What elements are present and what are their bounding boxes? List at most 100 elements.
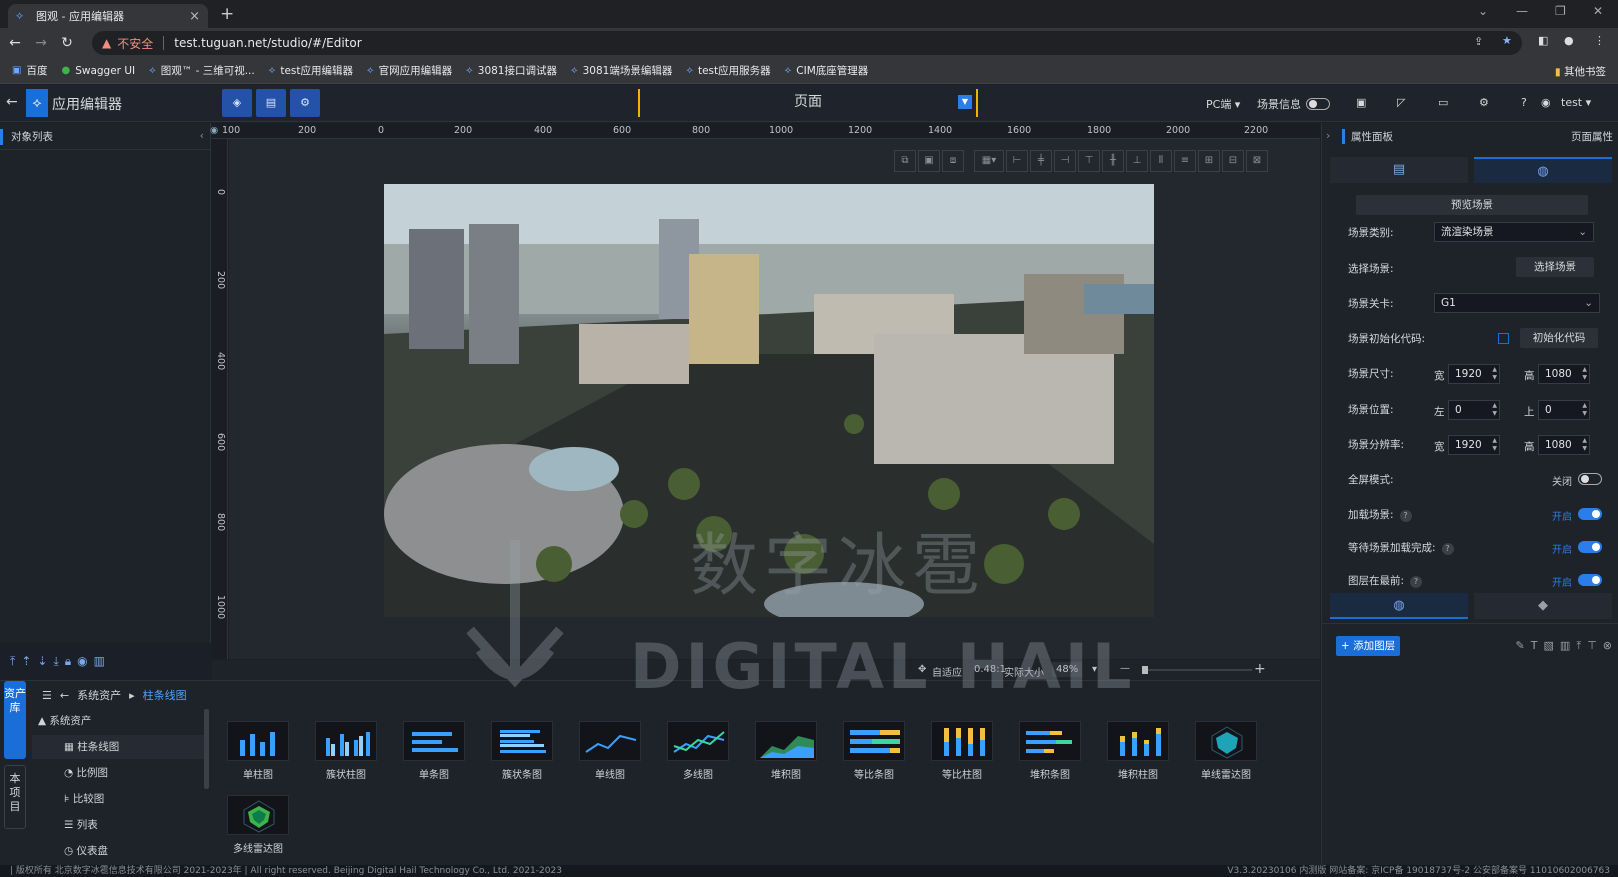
bookmark-item[interactable]: ● Swagger UI — [61, 65, 135, 77]
asset-single-radar[interactable]: 单线雷达图 — [1194, 721, 1258, 781]
bookmark-item[interactable]: ⟡ 3081接口调试器 — [466, 63, 557, 78]
breadcrumb-root[interactable]: 系统资产 — [77, 687, 121, 703]
close-tab-icon[interactable]: × — [189, 9, 200, 24]
asset-multi-radar[interactable]: 多线雷达图 — [226, 795, 290, 855]
save-icon[interactable]: ▣ — [1356, 96, 1366, 109]
gear-icon[interactable]: ⚙ — [1479, 96, 1489, 109]
asset-cluster-strip[interactable]: 簇状条图 — [490, 721, 554, 781]
settings-tool-button[interactable]: ⚙ — [290, 89, 320, 117]
delete-icon[interactable]: ▥ — [1560, 639, 1570, 653]
preview-scene-button[interactable]: 预览场景 — [1356, 195, 1588, 215]
scene-info-toggle[interactable] — [1306, 97, 1330, 110]
zoom-select[interactable]: 48% — [1052, 662, 1083, 677]
align-middle-icon[interactable]: ╫ — [1102, 150, 1124, 172]
asset-multi-line[interactable]: 多线图 — [666, 721, 730, 781]
lock-icon[interactable]: 🔒︎ — [65, 654, 71, 669]
move-top-icon[interactable]: ⤒ — [10, 654, 15, 669]
distribute-h-icon[interactable]: ⦀ — [1150, 150, 1172, 172]
move-up-icon[interactable]: ⤒ — [1576, 639, 1581, 653]
wait-load-toggle[interactable] — [1578, 540, 1602, 553]
bookmark-item[interactable]: ⟡ 3081端场景编辑器 — [571, 63, 672, 78]
asset-stacked-area[interactable]: 堆积图 — [754, 721, 818, 781]
align-right-icon[interactable]: ⊣ — [1054, 150, 1076, 172]
tree-item-gauge[interactable]: ◷ 仪表盘 — [32, 839, 204, 863]
zoom-slider[interactable] — [1142, 669, 1252, 671]
distribute-v-icon[interactable]: ≡ — [1174, 150, 1196, 172]
load-scene-toggle[interactable] — [1578, 507, 1602, 520]
asset-stacked-bar[interactable]: 堆积柱图 — [1106, 721, 1170, 781]
close-circle-icon[interactable]: ⊗ — [1603, 639, 1612, 653]
bookmark-item[interactable]: ⟡ 图观™ - 三维可视... — [149, 63, 255, 78]
collapse-right-icon[interactable]: › — [1326, 129, 1330, 142]
zoom-in-button[interactable]: + — [1254, 661, 1266, 677]
send-icon[interactable]: ◸ — [1397, 96, 1405, 109]
move-bottom-icon[interactable]: ⤓ — [53, 654, 58, 669]
fullscreen-toggle[interactable] — [1578, 472, 1602, 485]
zoom-out-button[interactable]: — — [1120, 663, 1130, 674]
new-tab-button[interactable]: + — [220, 4, 234, 24]
tab-layers-cube[interactable]: ◆ — [1474, 593, 1612, 619]
avatar[interactable]: ◉ — [1541, 96, 1551, 109]
back-arrow-icon[interactable]: ← — [60, 689, 69, 702]
tree-item-compare[interactable]: ⊧ 比较图 — [32, 787, 204, 811]
scene-type-select[interactable]: 流渲染场景 ⌄ — [1434, 222, 1594, 242]
browser-tab[interactable]: ⟡ 图观 - 应用编辑器 × — [8, 4, 208, 28]
actual-size-button[interactable]: 实际大小 — [1004, 664, 1044, 679]
other-bookmarks[interactable]: ▮ 其他书签 — [1555, 64, 1606, 79]
pos-top-input[interactable]: 0 ▲ ▼ — [1538, 400, 1590, 420]
move-up-icon[interactable]: ⇡ — [21, 654, 31, 669]
layout-dropdown[interactable]: ▦▾ — [974, 150, 1004, 172]
profile-icon[interactable]: ● — [1564, 34, 1574, 47]
help-icon[interactable]: ? — [1521, 96, 1527, 109]
fit-button[interactable]: 自适应 — [932, 664, 962, 679]
page-selector[interactable]: 页面 ▼ — [638, 89, 978, 117]
move-down-icon[interactable]: ⇣ — [37, 654, 47, 669]
tab-scene[interactable]: ◍ — [1474, 157, 1612, 183]
fit-icon[interactable]: ✥ — [918, 664, 926, 675]
reload-icon[interactable]: ↻ — [56, 35, 78, 51]
fit-icon[interactable]: ⊠ — [1246, 150, 1268, 172]
bookmark-item[interactable]: ⟡ CIM底座管理器 — [785, 63, 869, 78]
url-input[interactable]: ▲ 不安全 test.tuguan.net/studio/#/Editor — [92, 31, 1522, 55]
move-top-icon[interactable]: ⊤ — [1587, 639, 1597, 653]
scene-preview-image[interactable] — [384, 184, 1154, 617]
edit-icon[interactable]: ✎ — [1516, 639, 1525, 653]
res-width-input[interactable]: 1920 ▲ ▼ — [1448, 435, 1500, 455]
delete-icon[interactable]: ▥ — [94, 654, 105, 669]
asset-single-line[interactable]: 单线图 — [578, 721, 642, 781]
tab-page-layout[interactable]: ▤ — [1330, 157, 1468, 183]
star-icon[interactable]: ★ — [1502, 34, 1512, 47]
save-tool-button[interactable]: ▤ — [256, 89, 286, 117]
user-menu[interactable]: test ▾ — [1561, 96, 1591, 109]
same-height-icon[interactable]: ⊟ — [1222, 150, 1244, 172]
forward-icon[interactable]: → — [30, 35, 52, 51]
chevron-down-icon[interactable]: ▾ — [1092, 664, 1097, 675]
close-window-icon[interactable]: ✕ — [1593, 4, 1603, 18]
restore-icon[interactable]: ❐ — [1555, 4, 1566, 18]
text-icon[interactable]: T — [1531, 639, 1538, 653]
zoom-slider-handle[interactable] — [1142, 666, 1148, 674]
bookmark-item[interactable]: ⟡ test应用编辑器 — [269, 63, 353, 78]
preview-icon[interactable]: ▭ — [1438, 96, 1448, 109]
align-center-icon[interactable]: ╪ — [1030, 150, 1052, 172]
asset-ratio-strip[interactable]: 等比条图 — [842, 721, 906, 781]
bookmark-item[interactable]: ⟡ 官网应用编辑器 — [367, 63, 452, 78]
tab-this-project[interactable]: 本项目 — [4, 765, 26, 829]
bookmark-item[interactable]: ⟡ test应用服务器 — [686, 63, 770, 78]
asset-single-strip[interactable]: 单条图 — [402, 721, 466, 781]
tree-item-list[interactable]: ☰ 列表 — [32, 813, 204, 837]
platform-select[interactable]: PC端 ▾ — [1206, 96, 1240, 112]
bookmark-item[interactable]: ▣ 百度 — [12, 63, 47, 78]
asset-ratio-bar[interactable]: 等比柱图 — [930, 721, 994, 781]
asset-cluster-bar[interactable]: 簇状柱图 — [314, 721, 378, 781]
copy-icon[interactable]: ▧ — [1544, 639, 1554, 653]
align-left-icon[interactable]: ⊢ — [1006, 150, 1028, 172]
tab-layers-globe[interactable]: ◍ — [1330, 593, 1468, 619]
menu-icon[interactable]: ⋮ — [1594, 34, 1605, 47]
scrollbar[interactable] — [204, 709, 209, 789]
res-height-input[interactable]: 1080 ▲ ▼ — [1538, 435, 1590, 455]
asset-stacked-strip[interactable]: 堆积条图 — [1018, 721, 1082, 781]
collapse-left-icon[interactable]: ‹ — [200, 129, 204, 142]
eye-icon[interactable]: ◉ — [210, 125, 218, 136]
same-width-icon[interactable]: ⊞ — [1198, 150, 1220, 172]
